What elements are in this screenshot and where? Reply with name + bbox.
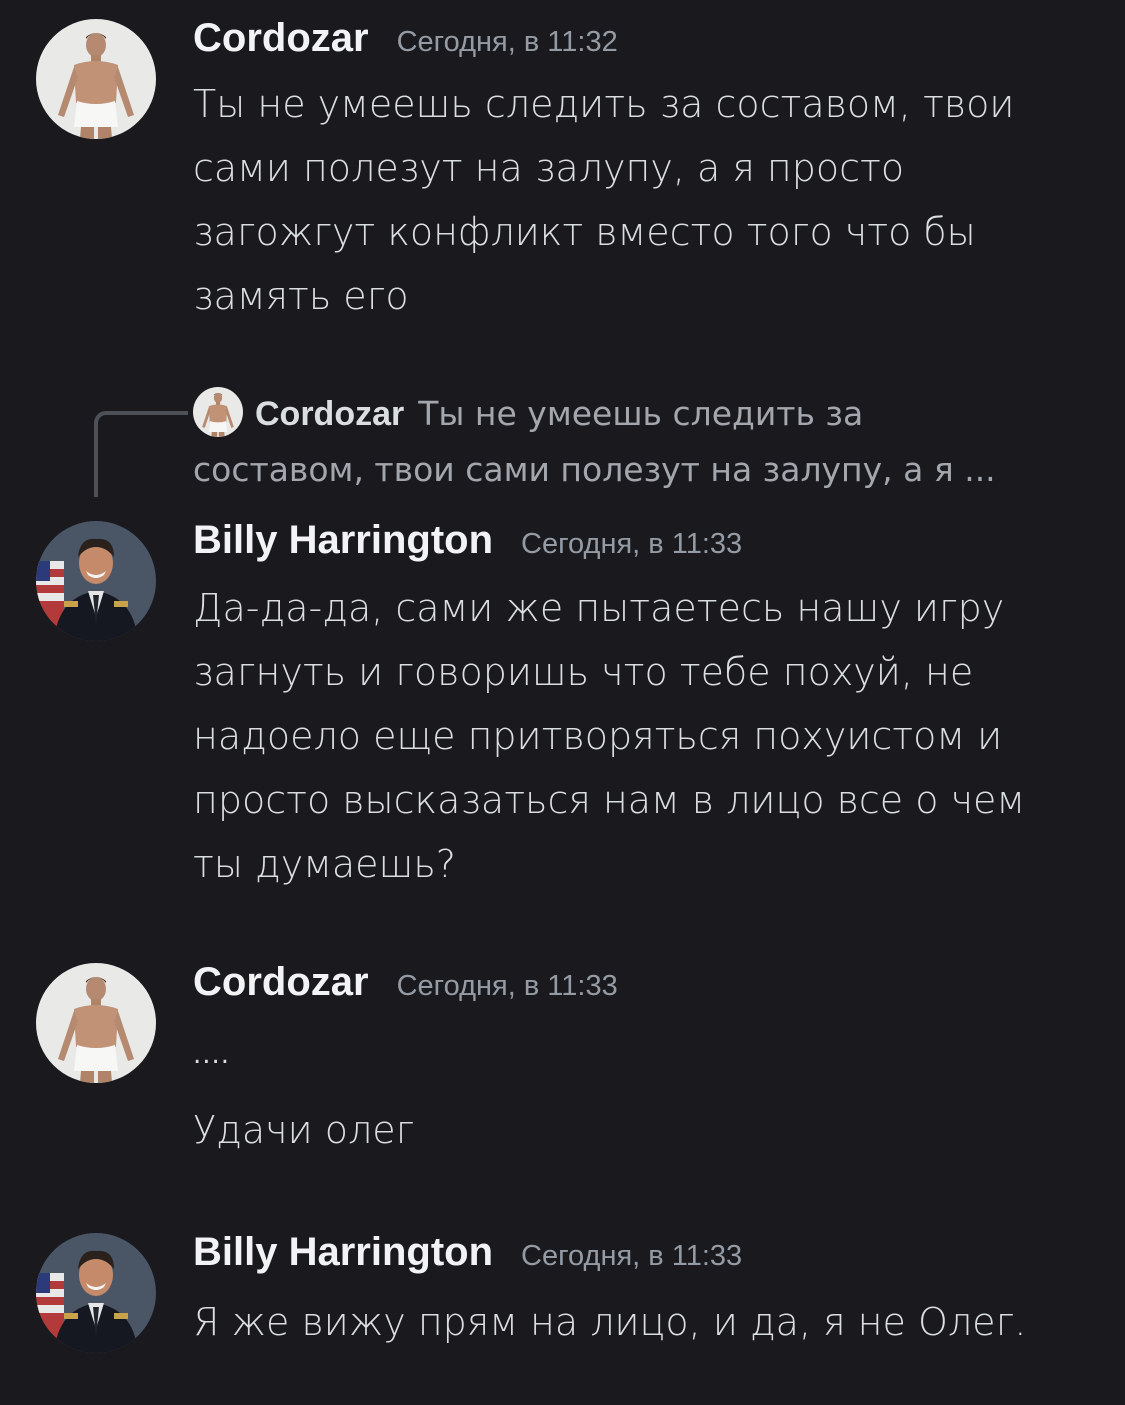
reply-text-line2: составом, твои сами полезут на залупу, а… <box>193 450 996 489</box>
author-name[interactable]: Cordozar <box>193 16 369 61</box>
message-timestamp: Сегодня, в 11:32 <box>396 26 618 58</box>
avatar[interactable] <box>36 521 156 641</box>
message-text: Да-да-да, сами же пытаетесь нашу игру за… <box>193 586 1026 886</box>
message-timestamp: Сегодня, в 11:33 <box>521 528 743 560</box>
shirtless-man-avatar-icon <box>36 19 156 139</box>
message-text: Ты не умеешь следить за составом, твои с… <box>193 82 1015 318</box>
avatar[interactable] <box>36 963 156 1083</box>
avatar[interactable] <box>36 1233 156 1353</box>
author-name[interactable]: Billy Harrington <box>193 518 493 563</box>
uniformed-man-avatar-icon <box>36 1233 156 1353</box>
message-header: Cordozar Сегодня, в 11:33 <box>193 960 618 1005</box>
message-timestamp: Сегодня, в 11:33 <box>396 970 618 1002</box>
avatar[interactable] <box>36 19 156 139</box>
author-name[interactable]: Billy Harrington <box>193 1230 493 1275</box>
reply-author: Cordozar <box>255 395 405 433</box>
uniformed-man-avatar-icon <box>36 521 156 641</box>
reply-text-line1: Ты не умеешь следить за <box>418 394 864 433</box>
reply-connector <box>94 411 188 497</box>
shirtless-man-avatar-icon <box>36 963 156 1083</box>
reply-avatar <box>193 387 243 437</box>
message-text: Удачи олег <box>193 1108 415 1152</box>
reply-preview[interactable]: Cordozar Ты не умеешь следить за составом… <box>193 386 1053 498</box>
message-timestamp: Сегодня, в 11:33 <box>521 1240 743 1272</box>
message-header: Billy Harrington Сегодня, в 11:33 <box>193 1230 742 1275</box>
message-text: Я же вижу прям на лицо, и да, я не Олег. <box>193 1300 1027 1344</box>
message-header: Billy Harrington Сегодня, в 11:33 <box>193 518 742 563</box>
author-name[interactable]: Cordozar <box>193 960 369 1005</box>
message-header: Cordozar Сегодня, в 11:32 <box>193 16 618 61</box>
shirtless-man-avatar-icon <box>193 387 243 437</box>
message-text: .... <box>193 1040 231 1070</box>
